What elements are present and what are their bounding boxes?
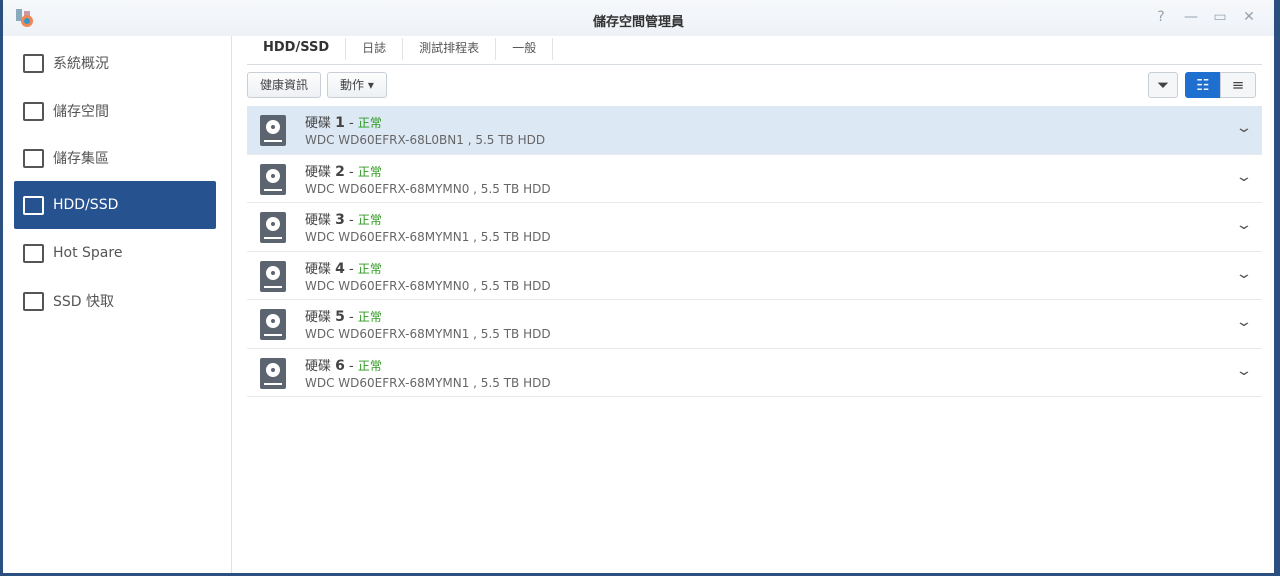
disk-number: 1 — [335, 115, 345, 131]
status-badge: 正常 — [357, 310, 382, 324]
sidebar-item-volume[interactable]: 儲存空間 — [14, 87, 216, 135]
sidebar-item-label: Hot Spare — [53, 245, 123, 261]
disk-label: 硬碟 — [305, 261, 332, 277]
disk-name: 硬碟 4 - 正常 — [305, 258, 382, 277]
disk-model: WDC WD60EFRX-68MYMN0 , 5.5 TB HDD — [305, 278, 551, 293]
disk-label: 硬碟 — [305, 116, 332, 131]
hard-disk-icon — [260, 163, 286, 195]
tab-general[interactable]: 一般 — [496, 38, 554, 60]
disk-number: 6 — [335, 357, 345, 374]
sidebar-item-hot-spare[interactable]: Hot Spare — [14, 229, 216, 277]
hard-disk-icon — [260, 115, 286, 146]
disk-model: WDC WD60EFRX-68MYMN0 , 5.5 TB HDD — [305, 181, 551, 196]
disk-model: WDC WD60EFRX-68MYMN1 , 5.5 TB HDD — [305, 375, 551, 390]
storage-manager-window: 儲存空間管理員 ? — ▭ ✕ 系統概況 儲存空間 儲存集區 HDD/SSD H… — [3, 0, 1274, 573]
disk-row[interactable]: 硬碟 4 - 正常 WDC WD60EFRX-68MYMN0 , 5.5 TB … — [247, 252, 1262, 300]
disk-label: 硬碟 — [305, 310, 332, 325]
chevron-down-icon[interactable]: ⌄ — [1235, 314, 1253, 330]
tab-hdd-ssd[interactable]: HDD/SSD — [247, 38, 347, 60]
sidebar-item-overview[interactable]: 系統概況 — [14, 39, 216, 87]
disk-model: WDC WD60EFRX-68MYMN1 , 5.5 TB HDD — [305, 230, 551, 244]
disk-name: 硬碟 6 - 正常 — [305, 355, 382, 374]
hot-spare-icon — [23, 243, 44, 263]
tab-test-schedule[interactable]: 測試排程表 — [403, 38, 497, 60]
disk-number: 2 — [335, 163, 345, 180]
disk-row[interactable]: 硬碟 2 - 正常 WDC WD60EFRX-68MYMN0 , 5.5 TB … — [247, 155, 1262, 203]
disk-list: 硬碟 1 - 正常 WDC WD60EFRX-68L0BN1 , 5.5 TB … — [247, 106, 1262, 397]
separator: - — [344, 213, 358, 228]
disk-name: 硬碟 2 - 正常 — [305, 161, 382, 180]
disk-name: 硬碟 5 - 正常 — [305, 306, 382, 325]
disk-label: 硬碟 — [305, 358, 332, 374]
pool-icon — [23, 148, 44, 168]
filter-button[interactable]: ⏷ — [1148, 72, 1178, 98]
tab-bar: HDD/SSD 日誌 測試排程表 一般 — [247, 36, 1262, 65]
sidebar-item-ssd-cache[interactable]: SSD 快取 — [14, 277, 216, 325]
chevron-down-icon[interactable]: ⌄ — [1235, 266, 1253, 282]
status-badge: 正常 — [357, 164, 382, 179]
disk-model: WDC WD60EFRX-68L0BN1 , 5.5 TB HDD — [305, 133, 546, 147]
status-badge: 正常 — [357, 358, 382, 373]
disk-row[interactable]: 硬碟 6 - 正常 WDC WD60EFRX-68MYMN1 , 5.5 TB … — [247, 349, 1262, 397]
sidebar-item-label: 儲存空間 — [53, 104, 109, 120]
separator: - — [344, 116, 358, 131]
disk-label: 硬碟 — [305, 213, 332, 228]
minimize-button[interactable]: — — [1181, 9, 1201, 25]
disk-number: 5 — [335, 309, 345, 325]
status-badge: 正常 — [357, 261, 382, 276]
disk-row[interactable]: 硬碟 1 - 正常 WDC WD60EFRX-68L0BN1 , 5.5 TB … — [247, 106, 1262, 155]
disk-number: 3 — [335, 212, 345, 228]
list-detail-icon: ☷ — [1196, 76, 1210, 94]
disk-row[interactable]: 硬碟 5 - 正常 WDC WD60EFRX-68MYMN1 , 5.5 TB … — [247, 300, 1262, 349]
disk-model: WDC WD60EFRX-68MYMN1 , 5.5 TB HDD — [305, 327, 551, 341]
window-title: 儲存空間管理員 — [592, 15, 684, 30]
filter-icon: ⏷ — [1156, 76, 1169, 94]
action-dropdown[interactable]: 動作 ▾ — [327, 72, 387, 98]
hard-disk-icon — [260, 212, 286, 243]
close-button[interactable]: ✕ — [1239, 9, 1259, 25]
sidebar-item-storage-pool[interactable]: 儲存集區 — [14, 134, 216, 182]
sidebar: 系統概況 儲存空間 儲存集區 HDD/SSD Hot Spare SSD 快取 — [3, 36, 232, 573]
disk-icon — [23, 195, 44, 215]
disk-number: 4 — [335, 260, 345, 277]
overview-icon — [23, 53, 44, 73]
sidebar-item-label: 儲存集區 — [53, 151, 109, 167]
detail-view-button[interactable]: ☷ — [1185, 72, 1221, 98]
status-badge: 正常 — [357, 116, 382, 130]
disk-name: 硬碟 1 - 正常 — [305, 112, 382, 131]
help-button[interactable]: ? — [1151, 9, 1171, 25]
title-bar: 儲存空間管理員 ? — ▭ ✕ — [3, 0, 1274, 36]
status-badge: 正常 — [357, 213, 382, 227]
chevron-down-icon[interactable]: ⌄ — [1235, 217, 1253, 233]
disk-name: 硬碟 3 - 正常 — [305, 209, 382, 228]
health-info-button[interactable]: 健康資訊 — [247, 72, 322, 98]
compact-view-button[interactable]: ≡ — [1220, 72, 1256, 98]
disk-row[interactable]: 硬碟 3 - 正常 WDC WD60EFRX-68MYMN1 , 5.5 TB … — [247, 203, 1262, 252]
hard-disk-icon — [260, 260, 286, 292]
separator: - — [344, 358, 358, 374]
hard-disk-icon — [260, 309, 286, 340]
sidebar-item-label: SSD 快取 — [53, 294, 115, 310]
list-icon: ≡ — [1231, 76, 1245, 94]
separator: - — [344, 261, 358, 277]
separator: - — [344, 310, 358, 325]
chevron-down-icon[interactable]: ⌄ — [1235, 120, 1253, 136]
separator: - — [344, 164, 358, 180]
chevron-down-icon[interactable]: ⌄ — [1235, 363, 1253, 379]
maximize-button[interactable]: ▭ — [1210, 9, 1230, 25]
hard-disk-icon — [260, 357, 286, 389]
sidebar-item-label: 系統概況 — [53, 56, 109, 72]
tab-log[interactable]: 日誌 — [346, 38, 404, 60]
volume-icon — [23, 101, 44, 121]
chevron-down-icon[interactable]: ⌄ — [1235, 169, 1253, 185]
sidebar-item-hdd-ssd[interactable]: HDD/SSD — [14, 181, 216, 229]
ssd-cache-icon — [23, 291, 44, 311]
disk-label: 硬碟 — [305, 164, 332, 180]
sidebar-item-label: HDD/SSD — [53, 197, 119, 213]
